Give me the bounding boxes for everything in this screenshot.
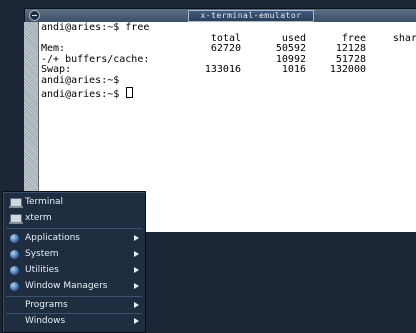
menu-item-system[interactable]: System <box>4 247 144 262</box>
menu-item-label: Window Managers <box>25 281 108 291</box>
submenu-arrow-icon <box>134 302 139 308</box>
menu-item-label: Utilities <box>25 265 59 275</box>
text-cursor <box>126 86 134 98</box>
window-title: x-terminal-emulator <box>188 10 314 22</box>
menu-item-label: Applications <box>25 233 80 243</box>
ball-icon <box>10 250 19 259</box>
ball-icon <box>10 282 19 291</box>
terminal-prompt-line: andi@aries:~$ <box>41 86 416 99</box>
terminal-icon <box>9 214 23 224</box>
ball-icon <box>10 234 19 243</box>
menu-item-applications[interactable]: Applications <box>4 231 144 246</box>
menu-item-utilities[interactable]: Utilities <box>4 263 144 278</box>
terminal-icon <box>9 198 23 208</box>
menu-item-terminal[interactable]: Terminal <box>4 195 144 210</box>
window-titlebar[interactable]: x-terminal-emulator <box>24 8 416 23</box>
menu-item-label: Programs <box>25 300 68 310</box>
menu-item-xterm[interactable]: xterm <box>4 211 144 226</box>
menu-item-label: System <box>25 249 59 259</box>
menu-item-label: Terminal <box>25 197 64 207</box>
submenu-arrow-icon <box>134 283 139 289</box>
submenu-arrow-icon <box>134 267 139 273</box>
menu-item-window-managers[interactable]: Window Managers <box>4 279 144 294</box>
menu-item-label: xterm <box>25 213 52 223</box>
submenu-arrow-icon <box>134 251 139 257</box>
ball-icon <box>10 266 19 275</box>
submenu-arrow-icon <box>134 318 139 324</box>
window-menu-icon[interactable] <box>29 10 40 21</box>
start-menu: Terminal xterm Applications System Utili… <box>2 191 146 333</box>
menu-item-programs[interactable]: Programs <box>4 298 144 313</box>
menu-separator <box>6 228 142 229</box>
menu-separator <box>6 296 142 297</box>
terminal-line: andi@aries:~$ <box>41 74 120 86</box>
submenu-arrow-icon <box>134 235 139 241</box>
terminal-line: andi@aries:~$ free <box>41 22 150 33</box>
